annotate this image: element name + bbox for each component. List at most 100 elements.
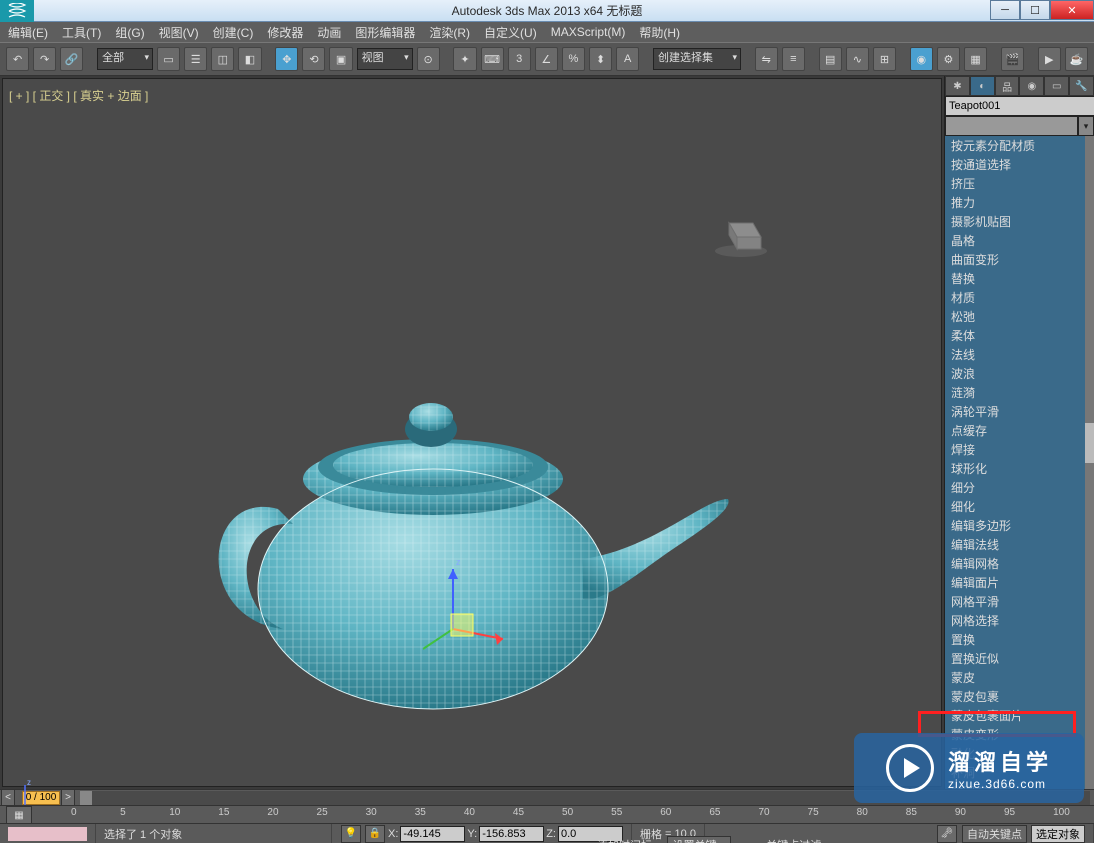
window-cross-icon[interactable]: ◧ xyxy=(238,47,261,71)
modifier-item[interactable]: 细化 xyxy=(945,497,1094,516)
select-name-icon[interactable]: ☰ xyxy=(184,47,207,71)
modifier-item[interactable]: 涡轮平滑 xyxy=(945,402,1094,421)
menu-item[interactable]: 视图(V) xyxy=(159,24,199,41)
scale-tool-icon[interactable]: ▣ xyxy=(329,47,352,71)
modifier-list[interactable]: 按元素分配材质按通道选择挤压推力摄影机贴图晶格曲面变形替换材质松弛柔体法线波浪涟… xyxy=(945,136,1094,789)
modifier-item[interactable]: 柔体 xyxy=(945,326,1094,345)
modifier-item[interactable]: 点缓存 xyxy=(945,421,1094,440)
link-icon[interactable]: 🔗 xyxy=(60,47,83,71)
select-icon[interactable]: ▭ xyxy=(157,47,180,71)
move-gizmo[interactable]: z xyxy=(423,559,523,659)
viewport[interactable]: [ + ] [ 正交 ] [ 真实 + 边面 ] xyxy=(2,78,942,787)
menu-item[interactable]: 图形编辑器 xyxy=(355,24,415,41)
menu-item[interactable]: 编辑(E) xyxy=(8,24,48,41)
lock-icon[interactable]: 💡 xyxy=(341,825,361,843)
curve-editor-icon[interactable]: ∿ xyxy=(846,47,869,71)
trackbar-toggle-icon[interactable]: ▦ xyxy=(6,806,32,824)
manipulate-icon[interactable]: ✦ xyxy=(453,47,476,71)
edit-named-icon[interactable]: A xyxy=(616,47,639,71)
viewcube-icon[interactable] xyxy=(711,209,771,259)
menu-item[interactable]: 渲染(R) xyxy=(429,24,470,41)
tab-create[interactable]: ✱ xyxy=(945,76,970,96)
modifier-item[interactable]: 推力 xyxy=(945,193,1094,212)
snap-toggle-icon[interactable]: 3 xyxy=(508,47,531,71)
viewport-label[interactable]: [ + ] [ 正交 ] [ 真实 + 边面 ] xyxy=(9,87,148,104)
modifier-item[interactable]: 曲面变形 xyxy=(945,250,1094,269)
menu-item[interactable]: 组(G) xyxy=(115,24,144,41)
modifier-item[interactable]: 网格选择 xyxy=(945,611,1094,630)
select-region-icon[interactable]: ◫ xyxy=(211,47,234,71)
menu-item[interactable]: 创建(C) xyxy=(213,24,254,41)
modifier-item[interactable]: 网格平滑 xyxy=(945,592,1094,611)
redo-icon[interactable]: ↷ xyxy=(33,47,56,71)
modifier-dropdown-arrow[interactable]: ▾ xyxy=(1078,116,1094,136)
modifier-dropdown[interactable] xyxy=(945,116,1078,136)
teapot-mesh[interactable] xyxy=(173,359,733,719)
time-next-icon[interactable]: > xyxy=(61,789,75,807)
modifier-item[interactable]: 挤压 xyxy=(945,174,1094,193)
menu-item[interactable]: 帮助(H) xyxy=(639,24,680,41)
modifier-item[interactable]: 按通道选择 xyxy=(945,155,1094,174)
tab-hierarchy[interactable]: 品 xyxy=(995,76,1020,96)
undo-icon[interactable]: ↶ xyxy=(6,47,29,71)
scrollbar-thumb[interactable] xyxy=(1085,423,1094,463)
selection-filter-select[interactable]: 全部 xyxy=(97,48,153,70)
render-setup-icon[interactable]: ⚙ xyxy=(937,47,960,71)
modifier-item[interactable]: 蒙皮 xyxy=(945,668,1094,687)
tab-motion[interactable]: ◉ xyxy=(1019,76,1044,96)
modifier-item[interactable]: 蒙皮包裹面片 xyxy=(945,706,1094,725)
modifier-item[interactable]: 球形化 xyxy=(945,459,1094,478)
key-filter-button[interactable]: 关键点过滤器... xyxy=(764,837,841,843)
tab-modify[interactable]: ◐ xyxy=(970,76,995,96)
modifier-item[interactable]: 涟漪 xyxy=(945,383,1094,402)
tab-display[interactable]: ▭ xyxy=(1044,76,1069,96)
menu-item[interactable]: 自定义(U) xyxy=(484,24,537,41)
modifier-item[interactable]: 焊接 xyxy=(945,440,1094,459)
time-ruler[interactable]: 0510152025303540455055606570758085909510… xyxy=(71,806,1094,823)
object-name-input[interactable] xyxy=(945,96,1094,116)
time-config-icon[interactable]: < xyxy=(1,789,15,807)
layer-icon[interactable]: ▤ xyxy=(819,47,842,71)
modifier-item[interactable]: 按元素分配材质 xyxy=(945,136,1094,155)
modifier-item[interactable]: 摄影机贴图 xyxy=(945,212,1094,231)
align-icon[interactable]: ≡ xyxy=(782,47,805,71)
modifier-item[interactable]: 波浪 xyxy=(945,364,1094,383)
modifier-item[interactable]: 材质 xyxy=(945,288,1094,307)
mirror-icon[interactable]: ⇋ xyxy=(755,47,778,71)
move-tool-icon[interactable]: ✥ xyxy=(275,47,298,71)
time-marker[interactable] xyxy=(80,791,92,805)
render-frame-icon[interactable]: ▦ xyxy=(964,47,987,71)
render-prod-icon[interactable]: 🎬 xyxy=(1001,47,1024,71)
named-selection-select[interactable]: 创建选择集 xyxy=(653,48,741,70)
modifier-item[interactable]: 置换近似 xyxy=(945,649,1094,668)
menu-item[interactable]: MAXScript(M) xyxy=(551,25,626,39)
minimize-button[interactable]: ─ xyxy=(990,0,1020,20)
modifier-item[interactable]: 编辑法线 xyxy=(945,535,1094,554)
pivot-icon[interactable]: ⊙ xyxy=(417,47,440,71)
add-time-tag[interactable]: 添加时间标记 xyxy=(591,837,668,843)
restore-button[interactable]: ☐ xyxy=(1020,0,1050,20)
modifier-item[interactable]: 细分 xyxy=(945,478,1094,497)
lock-selection-icon[interactable]: 🔒 xyxy=(365,825,385,843)
quick-render-icon[interactable]: ▶ xyxy=(1038,47,1061,71)
keyboard-icon[interactable]: ⌨ xyxy=(481,47,504,71)
spinner-snap-icon[interactable]: ⬍ xyxy=(589,47,612,71)
coord-x-input[interactable] xyxy=(400,826,465,842)
modifier-item[interactable]: 蒙皮包裹 xyxy=(945,687,1094,706)
modifier-item[interactable]: 法线 xyxy=(945,345,1094,364)
material-editor-icon[interactable]: ◉ xyxy=(910,47,933,71)
ref-coord-select[interactable]: 视图 xyxy=(357,48,413,70)
rotate-tool-icon[interactable]: ⟲ xyxy=(302,47,325,71)
coord-y-input[interactable] xyxy=(479,826,544,842)
set-key-button[interactable]: 设置关键点 xyxy=(667,836,730,843)
render-icon[interactable]: ☕ xyxy=(1065,47,1088,71)
script-listener[interactable] xyxy=(0,824,96,843)
angle-snap-icon[interactable]: ∠ xyxy=(535,47,558,71)
percent-snap-icon[interactable]: % xyxy=(562,47,585,71)
modifier-item[interactable]: 晶格 xyxy=(945,231,1094,250)
modifier-item[interactable]: 编辑网格 xyxy=(945,554,1094,573)
modifier-item[interactable]: 编辑多边形 xyxy=(945,516,1094,535)
close-button[interactable]: ✕ xyxy=(1050,0,1094,20)
menu-item[interactable]: 修改器 xyxy=(267,24,303,41)
schematic-icon[interactable]: ⊞ xyxy=(873,47,896,71)
